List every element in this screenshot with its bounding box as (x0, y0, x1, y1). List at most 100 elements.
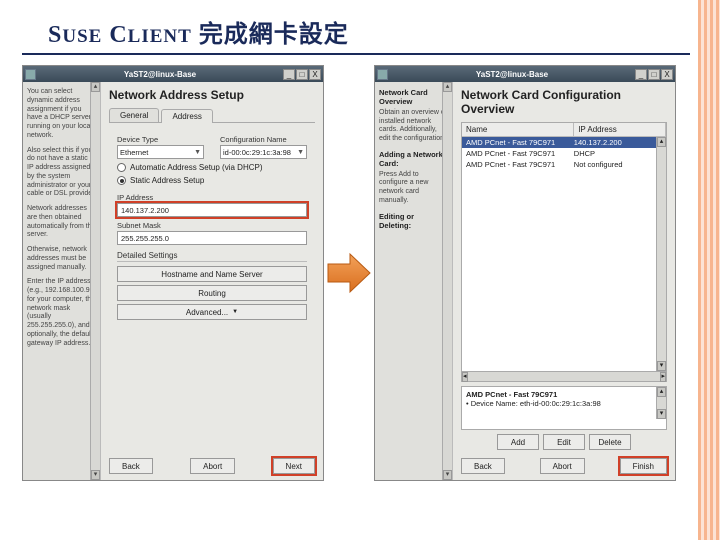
window-network-card-overview: YaST2@linux-Base _ □ X Network Card Over… (374, 65, 676, 481)
scroll-track[interactable] (91, 92, 100, 470)
column-ip[interactable]: IP Address (574, 123, 666, 136)
scroll-up-icon[interactable]: ▴ (657, 387, 666, 397)
config-name-value: id-00:0c:29:1c:3a:98 (223, 148, 291, 157)
minimize-button[interactable]: _ (635, 69, 647, 80)
radio-static[interactable]: Static Address Setup (117, 176, 307, 185)
list-vscrollbar[interactable]: ▴ ▾ (656, 137, 666, 371)
device-type-select[interactable]: Ethernet ▼ (117, 145, 204, 159)
scroll-track[interactable] (657, 147, 666, 361)
radio-icon (117, 176, 126, 185)
scroll-up-icon[interactable]: ▴ (443, 82, 452, 92)
detail-device-name: • Device Name: eth-id-00:0c:29:1c:3a:98 (466, 399, 662, 408)
maximize-button[interactable]: □ (648, 69, 660, 80)
panel-heading: Network Address Setup (109, 88, 315, 102)
crud-button-row: Add Edit Delete (461, 434, 667, 450)
help-panel: Network Card Overview Obtain an overview… (375, 82, 453, 480)
scroll-track[interactable] (443, 92, 452, 470)
scroll-up-icon[interactable]: ▴ (657, 137, 666, 147)
minimize-button[interactable]: _ (283, 69, 295, 80)
column-name[interactable]: Name (462, 123, 574, 136)
back-button[interactable]: Back (461, 458, 505, 474)
close-button[interactable]: X (661, 69, 673, 80)
radio-auto-dhcp[interactable]: Automatic Address Setup (via DHCP) (117, 163, 307, 172)
titlebar[interactable]: YaST2@linux-Base _ □ X (23, 66, 323, 82)
help-text: You can select dynamic address assignmen… (27, 88, 96, 141)
device-type-label: Device Type (117, 135, 204, 144)
detail-box: AMD PCnet - Fast 79C971 • Device Name: e… (461, 386, 667, 430)
finish-button[interactable]: Finish (620, 458, 667, 474)
hostname-button[interactable]: Hostname and Name Server (117, 266, 307, 282)
window-title: YaST2@linux-Base (38, 70, 282, 79)
help-panel: You can select dynamic address assignmen… (23, 82, 101, 480)
list-item[interactable]: AMD PCnet - Fast 79C971 DHCP (462, 148, 666, 159)
chevron-down-icon: ▼ (297, 149, 304, 156)
list-item[interactable]: AMD PCnet - Fast 79C971 Not configured (462, 159, 666, 170)
network-card-list[interactable]: Name IP Address AMD PCnet - Fast 79C971 … (461, 122, 667, 382)
help-heading: Network Card Overview (379, 88, 448, 107)
scroll-down-icon[interactable]: ▾ (657, 409, 666, 419)
scroll-track[interactable] (468, 372, 661, 381)
list-item[interactable]: AMD PCnet - Fast 79C971 140.137.2.200 (462, 137, 666, 148)
scroll-track[interactable] (657, 397, 666, 409)
button-bar: Back Abort Next (109, 454, 315, 474)
scroll-down-icon[interactable]: ▾ (443, 470, 452, 480)
chevron-down-icon: ▼ (232, 309, 238, 315)
cell-ip: Not configured (574, 160, 662, 169)
radio-icon (117, 163, 126, 172)
detail-vscrollbar[interactable]: ▴ ▾ (656, 387, 666, 419)
window-network-address-setup: YaST2@linux-Base _ □ X You can select dy… (22, 65, 324, 481)
advanced-label: Advanced... (186, 308, 228, 317)
detailed-settings-label: Detailed Settings (117, 251, 307, 262)
chevron-down-icon: ▼ (194, 149, 201, 156)
help-text: Network addresses are then obtained auto… (27, 205, 96, 240)
abort-button[interactable]: Abort (190, 458, 235, 474)
close-button[interactable]: X (309, 69, 321, 80)
tab-bar: General Address (109, 108, 315, 123)
help-text: Also select this if you do not have a st… (27, 147, 96, 200)
scroll-up-icon[interactable]: ▴ (91, 82, 100, 92)
scroll-down-icon[interactable]: ▾ (657, 361, 666, 371)
scroll-down-icon[interactable]: ▾ (91, 470, 100, 480)
help-scrollbar[interactable]: ▴ ▾ (90, 82, 100, 480)
ip-address-input[interactable]: 140.137.2.200 (117, 203, 307, 217)
tab-address[interactable]: Address (161, 109, 212, 123)
cell-name: AMD PCnet - Fast 79C971 (466, 149, 574, 158)
delete-button[interactable]: Delete (589, 434, 631, 450)
radio-label: Automatic Address Setup (via DHCP) (130, 163, 263, 172)
page-title: SUSE CLIENT 完成網卡設定 (22, 0, 690, 55)
help-text: Enter the IP address (e.g., 192.168.100.… (27, 278, 96, 348)
device-type-value: Ethernet (120, 148, 148, 157)
config-name-label: Configuration Name (220, 135, 307, 144)
scroll-right-icon[interactable]: ▸ (660, 372, 666, 382)
config-name-select[interactable]: id-00:0c:29:1c:3a:98 ▼ (220, 145, 307, 159)
cell-name: AMD PCnet - Fast 79C971 (466, 138, 574, 147)
cell-name: AMD PCnet - Fast 79C971 (466, 160, 574, 169)
subnet-mask-value: 255.255.255.0 (121, 234, 169, 243)
maximize-button[interactable]: □ (296, 69, 308, 80)
app-icon (377, 69, 388, 80)
decorative-border (698, 0, 720, 540)
ip-address-value: 140.137.2.200 (121, 206, 169, 215)
panel-heading: Network Card Configuration Overview (461, 88, 667, 116)
routing-button[interactable]: Routing (117, 285, 307, 301)
add-button[interactable]: Add (497, 434, 539, 450)
main-panel: Network Card Configuration Overview Name… (453, 82, 675, 480)
tab-general[interactable]: General (109, 108, 159, 122)
app-icon (25, 69, 36, 80)
help-heading: Adding a Network Card: (379, 150, 448, 169)
next-button[interactable]: Next (273, 458, 315, 474)
list-hscrollbar[interactable]: ◂ ▸ (462, 371, 666, 381)
abort-button[interactable]: Abort (540, 458, 585, 474)
advanced-button[interactable]: Advanced... ▼ (117, 304, 307, 320)
subnet-mask-input[interactable]: 255.255.255.0 (117, 231, 307, 245)
help-text: Otherwise, network addresses must be ass… (27, 246, 96, 272)
titlebar[interactable]: YaST2@linux-Base _ □ X (375, 66, 675, 82)
window-title: YaST2@linux-Base (390, 70, 634, 79)
detail-title: AMD PCnet - Fast 79C971 (466, 390, 662, 399)
list-header: Name IP Address (462, 123, 666, 137)
edit-button[interactable]: Edit (543, 434, 585, 450)
help-heading: Editing or Deleting: (379, 212, 448, 231)
cell-ip: 140.137.2.200 (574, 138, 662, 147)
back-button[interactable]: Back (109, 458, 153, 474)
help-scrollbar[interactable]: ▴ ▾ (442, 82, 452, 480)
